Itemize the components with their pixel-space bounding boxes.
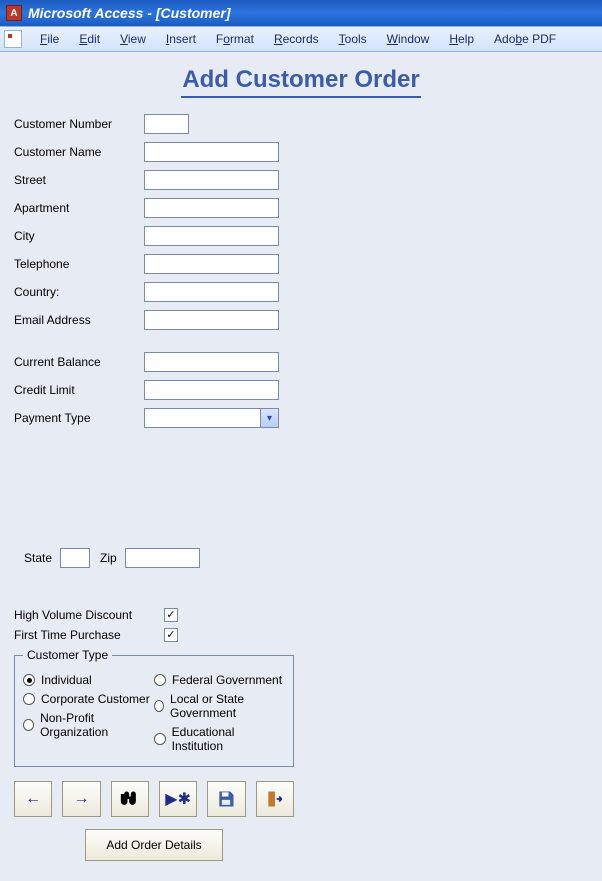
payment-type-combo[interactable]: ▾ bbox=[144, 408, 279, 428]
customer-type-group: Customer Type Individual Corporate Custo… bbox=[14, 648, 294, 767]
floppy-disk-icon bbox=[216, 789, 236, 809]
label-street: Street bbox=[14, 173, 144, 187]
exit-door-icon bbox=[265, 789, 285, 809]
radio-label-federal: Federal Government bbox=[172, 673, 282, 687]
menu-window[interactable]: Window bbox=[377, 29, 440, 49]
radio-label-local: Local or State Government bbox=[170, 692, 285, 720]
radio-icon bbox=[154, 733, 166, 745]
email-input[interactable] bbox=[144, 310, 279, 330]
document-icon[interactable] bbox=[4, 30, 22, 48]
menu-file[interactable]: File bbox=[30, 29, 69, 49]
save-button[interactable] bbox=[207, 781, 245, 817]
new-record-button[interactable]: ▶✱ bbox=[159, 781, 197, 817]
label-current-balance: Current Balance bbox=[14, 355, 144, 369]
label-apartment: Apartment bbox=[14, 201, 144, 215]
label-country: Country: bbox=[14, 285, 144, 299]
menu-adobe-pdf[interactable]: Adobe PDF bbox=[484, 29, 566, 49]
label-telephone: Telephone bbox=[14, 257, 144, 271]
radio-icon bbox=[23, 719, 34, 731]
binoculars-icon bbox=[120, 789, 140, 809]
street-input[interactable] bbox=[144, 170, 279, 190]
prev-record-button[interactable]: ← bbox=[14, 781, 52, 817]
menu-view[interactable]: View bbox=[110, 29, 156, 49]
radio-label-educational: Educational Institution bbox=[172, 725, 285, 753]
menu-tools[interactable]: Tools bbox=[329, 29, 377, 49]
find-button[interactable] bbox=[111, 781, 149, 817]
label-high-volume: High Volume Discount bbox=[14, 608, 164, 622]
radio-icon bbox=[23, 674, 35, 686]
label-city: City bbox=[14, 229, 144, 243]
radio-corporate[interactable]: Corporate Customer bbox=[23, 692, 154, 706]
close-form-button[interactable] bbox=[256, 781, 294, 817]
radio-educational[interactable]: Educational Institution bbox=[154, 725, 285, 753]
radio-local[interactable]: Local or State Government bbox=[154, 692, 285, 720]
access-app-icon: A bbox=[6, 5, 22, 21]
goto-new-icon: ▶✱ bbox=[165, 789, 191, 809]
label-state: State bbox=[24, 551, 52, 565]
menu-format[interactable]: Format bbox=[206, 29, 264, 49]
label-credit-limit: Credit Limit bbox=[14, 383, 144, 397]
customer-type-legend: Customer Type bbox=[23, 648, 112, 662]
radio-icon bbox=[154, 674, 166, 686]
chevron-down-icon[interactable]: ▾ bbox=[260, 409, 278, 427]
add-order-details-button[interactable]: Add Order Details bbox=[85, 829, 222, 861]
credit-limit-input[interactable] bbox=[144, 380, 279, 400]
state-input[interactable] bbox=[60, 548, 90, 568]
arrow-left-icon: ← bbox=[25, 790, 41, 808]
title-bar: A Microsoft Access - [Customer] bbox=[0, 0, 602, 26]
menu-bar: File Edit View Insert Format Records Too… bbox=[0, 26, 602, 52]
radio-nonprofit[interactable]: Non-Profit Organization bbox=[23, 711, 154, 739]
radio-label-nonprofit: Non-Profit Organization bbox=[40, 711, 154, 739]
radio-label-individual: Individual bbox=[41, 673, 92, 687]
customer-name-input[interactable] bbox=[144, 142, 279, 162]
label-payment-type: Payment Type bbox=[14, 411, 144, 425]
menu-help[interactable]: Help bbox=[439, 29, 484, 49]
apartment-input[interactable] bbox=[144, 198, 279, 218]
country-input[interactable] bbox=[144, 282, 279, 302]
form-title: Add Customer Order bbox=[14, 66, 588, 94]
first-time-checkbox[interactable]: ✓ bbox=[164, 628, 178, 642]
radio-label-corporate: Corporate Customer bbox=[41, 692, 150, 706]
radio-federal[interactable]: Federal Government bbox=[154, 673, 285, 687]
label-email: Email Address bbox=[14, 313, 144, 327]
label-first-time: First Time Purchase bbox=[14, 628, 164, 642]
label-zip: Zip bbox=[100, 551, 117, 565]
arrow-right-icon: → bbox=[74, 790, 90, 808]
window-title: Microsoft Access - [Customer] bbox=[28, 5, 231, 21]
current-balance-input[interactable] bbox=[144, 352, 279, 372]
label-customer-name: Customer Name bbox=[14, 145, 144, 159]
radio-icon bbox=[154, 700, 164, 712]
menu-insert[interactable]: Insert bbox=[156, 29, 206, 49]
form-body: Add Customer Order Customer Number Custo… bbox=[0, 52, 602, 881]
high-volume-checkbox[interactable]: ✓ bbox=[164, 608, 178, 622]
record-nav-toolbar: ← → ▶✱ bbox=[14, 781, 294, 817]
next-record-button[interactable]: → bbox=[62, 781, 100, 817]
radio-individual[interactable]: Individual bbox=[23, 673, 154, 687]
zip-input[interactable] bbox=[125, 548, 200, 568]
customer-number-input[interactable] bbox=[144, 114, 189, 134]
city-input[interactable] bbox=[144, 226, 279, 246]
radio-icon bbox=[23, 693, 35, 705]
menu-records[interactable]: Records bbox=[264, 29, 329, 49]
menu-edit[interactable]: Edit bbox=[69, 29, 110, 49]
title-underline bbox=[181, 96, 421, 98]
telephone-input[interactable] bbox=[144, 254, 279, 274]
label-customer-number: Customer Number bbox=[14, 117, 144, 131]
